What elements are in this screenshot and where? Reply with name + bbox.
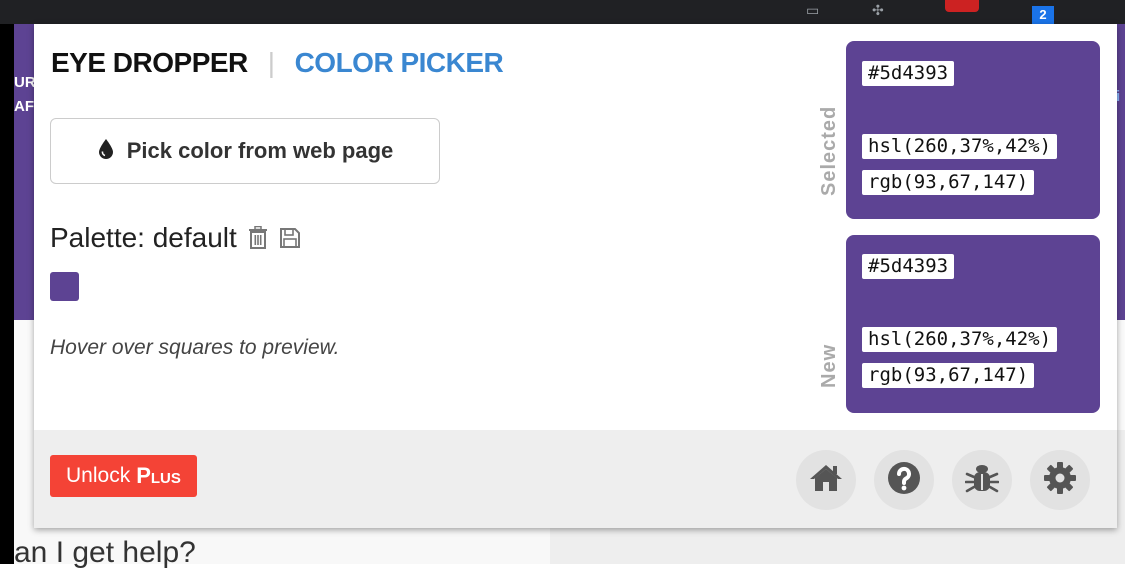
home-button[interactable] bbox=[796, 450, 856, 510]
tab-eye-dropper[interactable]: EYE DROPPER bbox=[51, 47, 248, 79]
new-color-box: #5d4393 hsl(260,37%,42%) rgb(93,67,147) bbox=[846, 235, 1100, 413]
selected-hex-value[interactable]: #5d4393 bbox=[862, 61, 955, 86]
page-help-heading: an I get help? bbox=[14, 536, 196, 569]
plus-label: Plus bbox=[136, 463, 181, 488]
report-bug-button[interactable] bbox=[952, 450, 1012, 510]
palette-swatch[interactable] bbox=[50, 272, 79, 301]
pick-color-label: Pick color from web page bbox=[126, 138, 394, 163]
trash-icon[interactable] bbox=[247, 226, 269, 250]
new-hsl-value[interactable]: hsl(260,37%,42%) bbox=[862, 327, 1058, 352]
palette-title: Palette: default bbox=[50, 222, 237, 253]
selected-rgb-value[interactable]: rgb(93,67,147) bbox=[862, 170, 1035, 195]
home-icon bbox=[809, 463, 843, 498]
tab-bar: EYE DROPPER | COLOR PICKER bbox=[51, 46, 504, 80]
new-label: New bbox=[818, 343, 840, 388]
palette-header: Palette: default bbox=[50, 222, 301, 254]
extension-icon[interactable]: ✣ bbox=[872, 2, 884, 18]
page-left-edge bbox=[0, 24, 14, 564]
browser-toolbar: ▭ ✣ 2 bbox=[0, 0, 1125, 24]
selected-label: Selected bbox=[818, 105, 840, 196]
tab-separator: | bbox=[267, 47, 275, 78]
selected-color-box: #5d4393 hsl(260,37%,42%) rgb(93,67,147) bbox=[846, 41, 1100, 219]
save-icon[interactable] bbox=[279, 227, 301, 249]
help-button[interactable] bbox=[874, 450, 934, 510]
unlock-label: Unlock bbox=[66, 464, 131, 487]
eye-dropper-popup: EYE DROPPER | COLOR PICKER Pick color fr… bbox=[34, 24, 1117, 528]
new-rgb-value[interactable]: rgb(93,67,147) bbox=[862, 363, 1035, 388]
page-text-fragment: AF bbox=[14, 98, 34, 115]
popup-footer: Unlock Plus bbox=[34, 430, 1117, 528]
settings-button[interactable] bbox=[1030, 450, 1090, 510]
droplet-icon bbox=[97, 138, 115, 165]
bug-icon bbox=[964, 461, 1000, 500]
tab-color-picker[interactable]: COLOR PICKER bbox=[295, 47, 504, 79]
palette-hint: Hover over squares to preview. bbox=[50, 336, 340, 359]
gear-icon bbox=[1043, 461, 1077, 500]
selected-hsl-value[interactable]: hsl(260,37%,42%) bbox=[862, 134, 1058, 159]
new-hex-value[interactable]: #5d4393 bbox=[862, 254, 955, 279]
window-icon[interactable]: ▭ bbox=[806, 2, 819, 18]
question-icon bbox=[887, 461, 921, 500]
recording-indicator-icon[interactable] bbox=[945, 0, 979, 12]
notification-badge[interactable]: 2 bbox=[1032, 6, 1054, 24]
unlock-plus-button[interactable]: Unlock Plus bbox=[50, 455, 197, 497]
pick-color-button[interactable]: Pick color from web page bbox=[50, 118, 440, 184]
page-text-fragment: UR bbox=[14, 74, 36, 91]
